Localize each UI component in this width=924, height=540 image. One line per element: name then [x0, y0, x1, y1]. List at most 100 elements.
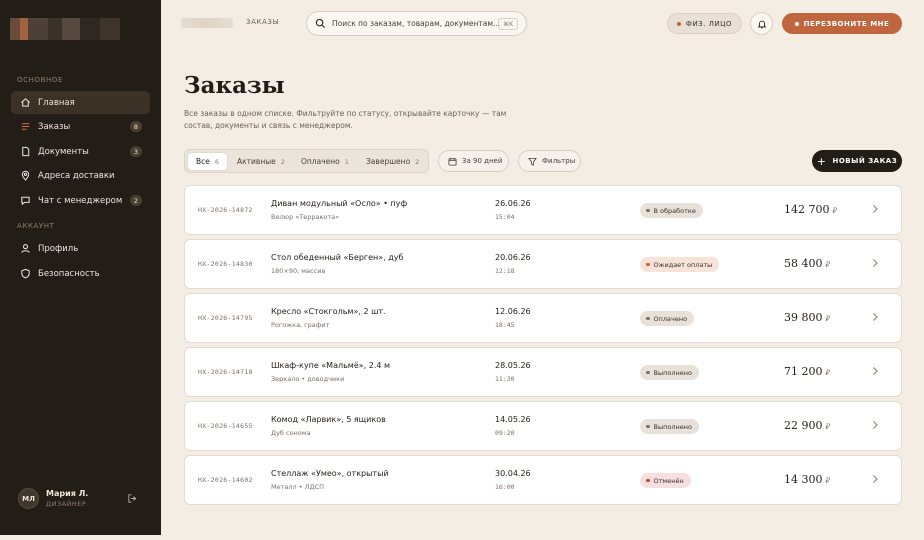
status-dot	[646, 370, 650, 375]
order-time: 16:00	[495, 483, 515, 491]
order-date: 30.04.26	[495, 469, 531, 478]
order-amount: 142 700	[784, 203, 830, 216]
documents-count-badge: 3	[130, 146, 142, 157]
order-sum: 58 400 ₽	[784, 257, 830, 270]
chevron-right-icon[interactable]	[871, 420, 879, 430]
status-label: Выполнено	[653, 368, 692, 377]
tab-label: Завершено	[366, 157, 411, 166]
table-row[interactable]: НХ-2026-14655 Комод «Ларвик», 5 ящиков Дуб…	[184, 401, 902, 451]
list-icon	[19, 121, 31, 133]
chat-count-badge: 2	[130, 195, 142, 206]
sidebar-item-label: Главная	[38, 97, 75, 108]
status-dot	[646, 478, 650, 483]
order-subtitle: Велюр «Терракота»	[271, 213, 340, 221]
entity-type-toggle[interactable]: ФИЗ. ЛИЦО	[667, 13, 742, 34]
order-date: 28.05.26	[495, 361, 531, 370]
status-badge: В обработке	[640, 203, 703, 218]
sidebar-item-documents[interactable]: Документы 3	[11, 140, 150, 163]
table-row[interactable]: НХ-2026-14830 Стол обеденный «Берген», ду…	[184, 239, 902, 289]
chevron-right-icon[interactable]	[871, 312, 879, 322]
user-name: Мария Л.	[46, 489, 89, 498]
section-main-label: ОСНОВНОЕ	[17, 76, 63, 84]
status-badge: Отменён	[640, 473, 691, 488]
currency-symbol: ₽	[825, 477, 830, 485]
order-date: 26.06.26	[495, 199, 531, 208]
chevron-right-icon[interactable]	[871, 474, 879, 484]
status-badge: Ожидает оплаты	[640, 257, 720, 272]
status-label: Выполнено	[653, 422, 692, 431]
filter-icon	[528, 157, 537, 166]
logo[interactable]	[10, 18, 120, 40]
sidebar-item-security[interactable]: Безопасность	[11, 262, 150, 285]
new-order-label: НОВЫЙ ЗАКАЗ	[832, 157, 898, 165]
sidebar-item-label: Безопасность	[38, 268, 100, 279]
sidebar-item-label: Заказы	[38, 121, 71, 132]
filters-button[interactable]: Фильтры	[518, 150, 581, 172]
tab-label: Оплачено	[301, 157, 340, 166]
order-sum: 71 200 ₽	[784, 365, 830, 378]
location-pin-icon	[19, 170, 31, 182]
order-id: НХ-2026-14830	[198, 260, 253, 268]
sidebar-item-addresses[interactable]: Адреса доставки	[11, 164, 150, 187]
order-id: НХ-2026-14795	[198, 314, 253, 322]
sidebar-item-chat[interactable]: Чат с менеджером 2	[11, 189, 150, 212]
status-dot	[646, 262, 650, 267]
notifications-button[interactable]	[750, 12, 773, 35]
breadcrumb-root[interactable]	[181, 18, 233, 28]
order-id: НХ-2026-14655	[198, 422, 253, 430]
order-date: 12.06.26	[495, 307, 531, 316]
user-card[interactable]: МЛ Мария Л. ДИЗАЙНЕР	[18, 488, 88, 509]
filters-label: Фильтры	[542, 157, 576, 165]
search-input[interactable]: Поиск по заказам, товарам, документам...…	[306, 11, 527, 36]
period-filter-button[interactable]: За 90 дней	[438, 150, 509, 172]
chevron-right-icon[interactable]	[871, 366, 879, 376]
sidebar-item-orders[interactable]: Заказы 8	[11, 115, 150, 138]
status-dot	[646, 316, 650, 321]
currency-symbol: ₽	[825, 369, 830, 377]
currency-symbol: ₽	[825, 423, 830, 431]
order-subtitle: Зеркало • доводчики	[271, 375, 345, 383]
status-label: Ожидает оплаты	[653, 260, 713, 269]
plus-icon: +	[816, 154, 827, 168]
new-order-button[interactable]: + НОВЫЙ ЗАКАЗ	[812, 150, 902, 172]
order-sum: 39 800 ₽	[784, 311, 830, 324]
callback-button[interactable]: ПЕРЕЗВОНИТЕ МНЕ	[782, 13, 902, 34]
order-title: Стол обеденный «Берген», дуб	[271, 253, 404, 262]
table-row[interactable]: НХ-2026-14718 Шкаф-купе «Мальмё», 2.4 м Зе…	[184, 347, 902, 397]
logout-icon[interactable]	[127, 493, 138, 504]
sidebar-item-home[interactable]: Главная	[11, 91, 150, 114]
order-amount: 39 800	[784, 311, 823, 324]
tab-completed[interactable]: Завершено 2	[366, 153, 419, 170]
status-dot	[676, 21, 681, 26]
order-sum: 22 900 ₽	[784, 419, 830, 432]
tab-count: 2	[280, 157, 285, 166]
sidebar: ОСНОВНОЕ Главная Заказы 8 Документы 3 Ад…	[0, 0, 161, 535]
order-time: 11:30	[495, 375, 515, 383]
period-filter-label: За 90 дней	[462, 157, 503, 165]
tab-all[interactable]: Все 6	[188, 153, 227, 170]
status-badge: Оплачено	[640, 311, 695, 326]
order-sum: 14 300 ₽	[784, 473, 830, 486]
order-sum: 142 700 ₽	[784, 203, 837, 216]
table-row[interactable]: НХ-2026-14872 Диван модульный «Осло» • пу…	[184, 185, 902, 235]
order-subtitle: Металл • ЛДСП	[271, 483, 325, 491]
table-row[interactable]: НХ-2026-14795 Кресло «Стокгольм», 2 шт. Ро…	[184, 293, 902, 343]
sidebar-item-label: Адреса доставки	[38, 170, 115, 181]
sidebar-item-profile[interactable]: Профиль	[11, 237, 150, 260]
order-title: Комод «Ларвик», 5 ящиков	[271, 415, 386, 424]
tab-paid[interactable]: Оплачено 1	[301, 153, 349, 170]
orders-count-badge: 8	[130, 121, 142, 132]
order-date: 20.06.26	[495, 253, 531, 262]
order-title: Шкаф-купе «Мальмё», 2.4 м	[271, 361, 391, 370]
tab-active[interactable]: Активные 2	[237, 153, 285, 170]
order-title: Диван модульный «Осло» • пуф	[271, 199, 408, 208]
chevron-right-icon[interactable]	[871, 204, 879, 214]
table-row[interactable]: НХ-2026-14602 Стеллаж «Умео», открытый Мет…	[184, 455, 902, 505]
document-icon	[19, 146, 31, 158]
section-account-label: АККАУНТ	[17, 222, 55, 230]
tab-label: Все	[195, 157, 210, 166]
page-title: Заказы	[184, 72, 285, 99]
search-icon	[315, 18, 326, 29]
order-date: 14.05.26	[495, 415, 531, 424]
chevron-right-icon[interactable]	[871, 258, 879, 268]
